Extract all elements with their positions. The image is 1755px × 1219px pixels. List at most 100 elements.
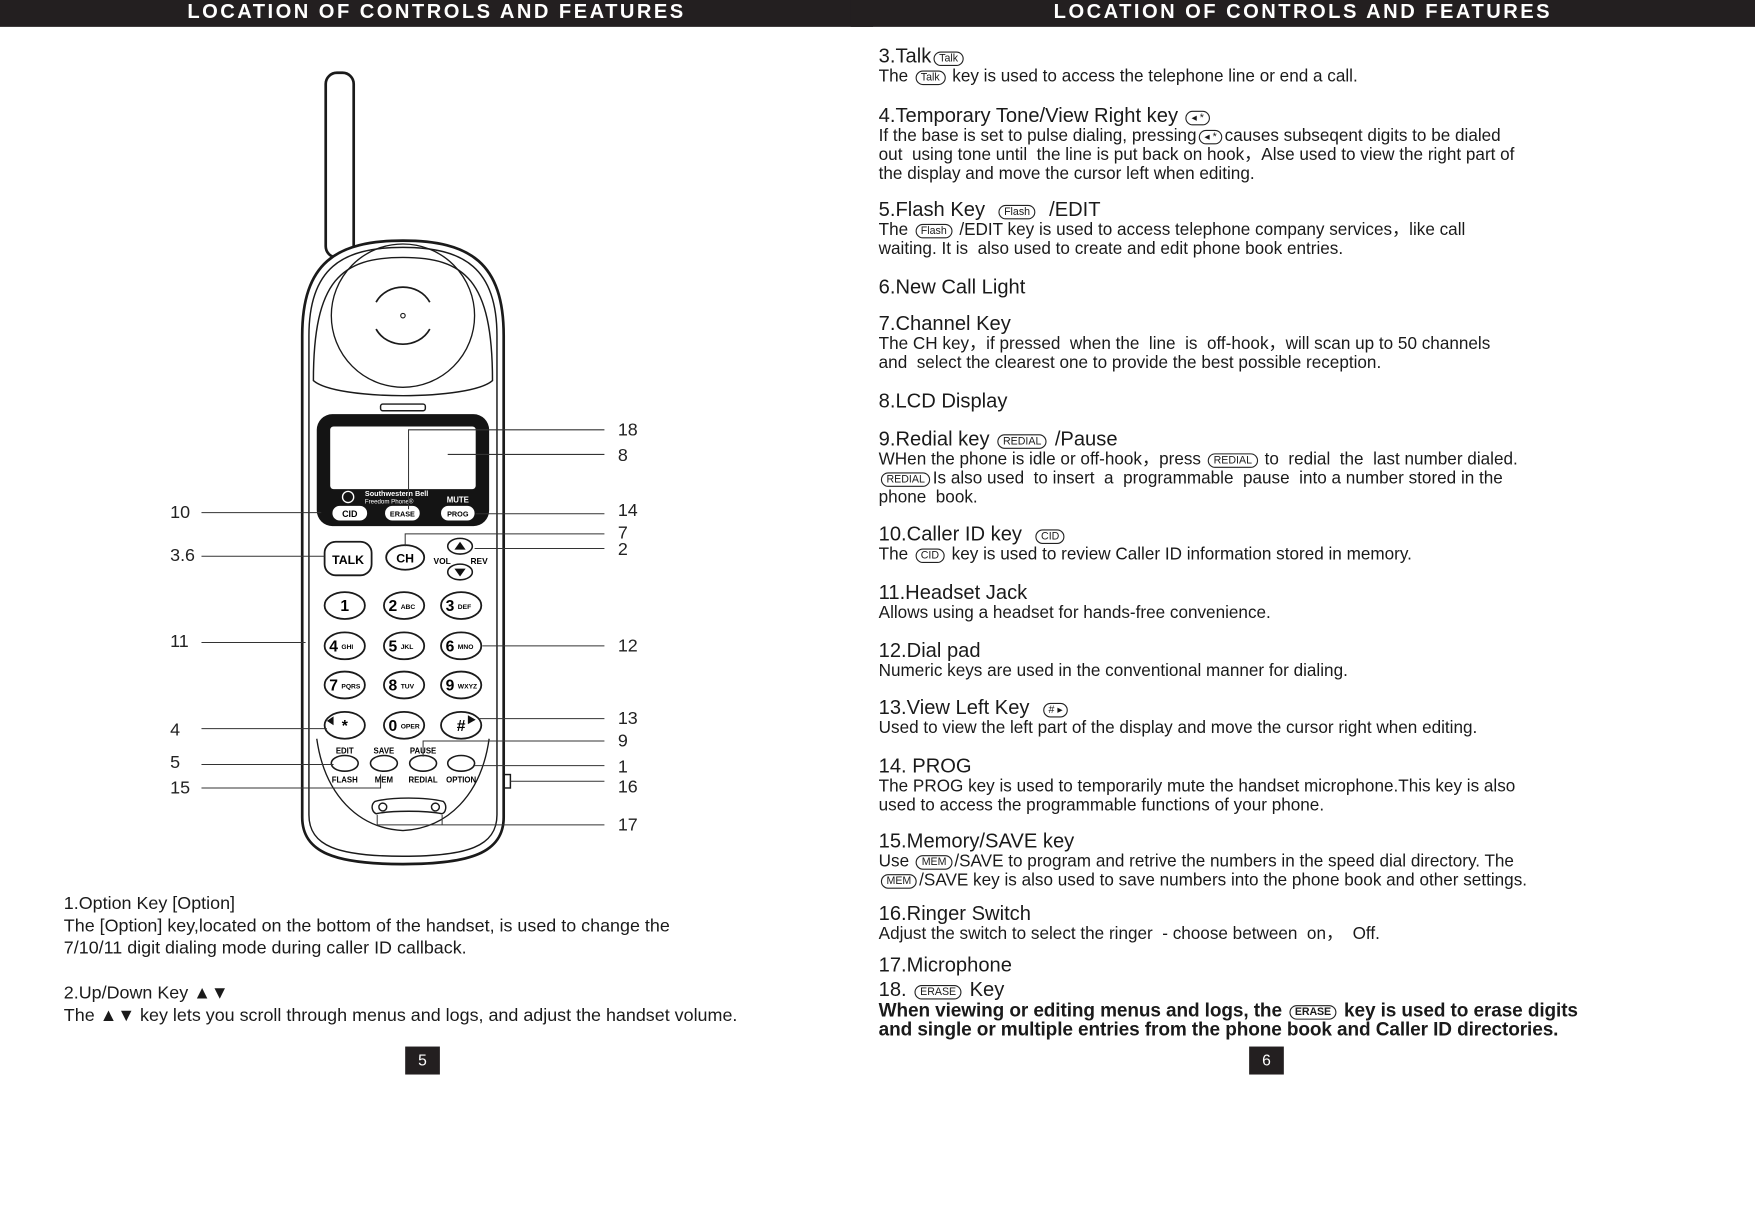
text-run: 17.Microphone [878, 953, 1012, 977]
key-badge: CID [1035, 529, 1065, 544]
key-2[interactable]: 2 ABC [383, 591, 426, 620]
text-run: 5.Flash Key [878, 198, 997, 221]
key-hash[interactable]: # [440, 710, 483, 740]
text-run: waiting. It is also used to create and e… [878, 239, 1344, 259]
callout-8: 8 [618, 445, 628, 465]
fn-bottom-label: OPTION [446, 775, 476, 784]
key-letters: PQRS [341, 683, 361, 690]
key-digit: 1 [340, 598, 349, 615]
page-number-left: 5 [405, 1046, 440, 1075]
talk-label: TALK [332, 553, 364, 567]
key-digit: 3 [446, 598, 455, 615]
text-run: 11.Headset Jack [878, 580, 1028, 604]
fn-bottom-label: FLASH [332, 775, 358, 784]
key-digit: 2 [389, 598, 398, 615]
feature-item: 10.Caller ID key CID The CID key is used… [879, 523, 1635, 564]
key-badge: REDIAL [997, 434, 1047, 449]
feature-description-line: The CH key，if pressed when the line is o… [879, 335, 1635, 354]
option-key-heading: 1.Option Key [Option] [63, 894, 236, 914]
key-4[interactable]: 4 GHI [323, 631, 366, 661]
cid-button[interactable]: CID [332, 505, 368, 521]
key-9[interactable]: 9 WXYZ [440, 670, 483, 700]
fn-bottom-label: MEM [375, 775, 393, 784]
key-0[interactable]: 0 OPER [383, 710, 426, 740]
text-run: 18. [878, 978, 913, 1001]
text-run: The [878, 545, 913, 565]
key-8[interactable]: 8 TUV [383, 670, 426, 700]
text-run: key is used to access the telephone line… [947, 67, 1358, 87]
feature-description-line: If the base is set to pulse dialing, pre… [879, 126, 1635, 145]
text-run: Is also used to insert a programmable pa… [932, 468, 1503, 489]
callout-1: 1 [618, 756, 628, 776]
key-letters: WXYZ [458, 683, 477, 690]
feature-item: 5.Flash Key Flash /EDIT The Flash /EDIT k… [879, 198, 1635, 258]
key-badge: Talk [915, 70, 946, 86]
text-run: The CH key，if pressed when the line is o… [878, 334, 1491, 354]
callout-12: 12 [618, 635, 638, 655]
feature-item: 14. PROG The PROG key is used to temporar… [879, 754, 1635, 814]
key-badge: # ▸ [1042, 702, 1069, 718]
up-button[interactable] [446, 537, 474, 555]
key-badge: Flash [998, 204, 1036, 220]
key-7[interactable]: 7 PQRS [323, 670, 366, 700]
key-1[interactable]: 1 [323, 591, 366, 620]
feature-heading: 7.Channel Key [879, 312, 1635, 334]
model-name: Freedom Phone® [365, 499, 414, 506]
key-badge: CID [915, 548, 945, 564]
erase-button[interactable]: ERASE [385, 505, 420, 521]
up-down-key-line: The ▲▼ key lets you scroll through menus… [63, 1006, 738, 1026]
key-5[interactable]: 5 JKL [383, 631, 426, 661]
callout-11: 11 [170, 631, 189, 651]
text-run: 7.Channel Key [878, 312, 1011, 335]
text-run: 6.New Call Light [878, 275, 1026, 298]
lcd-display [330, 426, 476, 490]
manual-spread: LOCATION OF CONTROLS AND FEATURES LOCATI… [0, 0, 1755, 1219]
feature-description-line: Allows using a headset for hands-free co… [879, 603, 1635, 622]
text-run: WHen the phone is idle or off-hook，press [878, 449, 1206, 469]
feature-description-line: The Talk key is used to access the telep… [879, 67, 1635, 86]
callout-13: 13 [618, 708, 638, 728]
option-key-section: 1.Option Key [Option] The [Option] key,l… [64, 893, 836, 960]
feature-heading: 16.Ringer Switch [879, 902, 1635, 924]
key-badge: Flash [915, 223, 953, 239]
feature-item: 13.View Left Key # ▸ Used to view the lef… [879, 696, 1635, 737]
feature-description-line: waiting. It is also used to create and e… [879, 240, 1635, 259]
option-key-line: 7/10/11 digit dialing mode during caller… [63, 939, 467, 959]
feature-description-line: Numeric keys are used in the conventiona… [879, 662, 1635, 681]
key-badge: ◂ * [1185, 110, 1210, 126]
callout-14: 14 [618, 500, 638, 520]
text-run: 9.Redial key [878, 427, 996, 450]
feature-heading: 3.Talk Talk [879, 45, 1635, 67]
right-callout-numbers: 18 8 14 7 2 12 13 9 1 16 17 [618, 419, 638, 834]
feature-description-line: When viewing or editing menus and logs, … [879, 1001, 1635, 1020]
down-button[interactable] [446, 563, 474, 581]
key-letters: DEF [458, 604, 471, 611]
callout-18: 18 [618, 419, 638, 439]
feature-description-line: out using tone until the line is put bac… [879, 146, 1635, 165]
feature-description-line: Adjust the switch to select the ringer -… [879, 925, 1635, 944]
feature-item: 12.Dial pad Numeric keys are used in the … [879, 639, 1635, 680]
feature-description-line: Use MEM/SAVE to program and retrive the … [879, 852, 1635, 871]
page-number-6: 6 [1262, 1051, 1271, 1069]
key-digit: 4 [329, 638, 338, 655]
key-badge: MEM [880, 874, 917, 889]
up-down-key-section: 2.Up/Down Key ▲▼ The ▲▼ key lets you scr… [64, 983, 836, 1028]
key-digit: 8 [389, 678, 398, 695]
key-6[interactable]: 6 MNO [440, 631, 483, 661]
key-star[interactable]: * [323, 710, 366, 740]
text-run: Allows using a headset for hands-free co… [878, 603, 1271, 623]
prog-label: PROG [447, 510, 469, 519]
key-3[interactable]: 3 DEF [440, 591, 483, 620]
feature-item: 16.Ringer Switch Adjust the switch to sel… [879, 902, 1635, 943]
prog-button[interactable]: PROG [441, 505, 475, 521]
key-letters: ABC [401, 604, 416, 611]
key-digit: 7 [329, 678, 338, 695]
talk-button[interactable]: TALK [323, 540, 373, 577]
page-number-right: 6 [1249, 1046, 1284, 1075]
channel-button[interactable]: CH [385, 544, 426, 571]
key-badge: REDIAL [880, 472, 931, 487]
text-run: and single or multiple entries from the … [878, 1018, 1559, 1040]
feature-description-line: The Flash /EDIT key is used to access te… [879, 221, 1635, 240]
key-badge: REDIAL [1207, 453, 1258, 468]
mute-label: MUTE [447, 496, 469, 505]
